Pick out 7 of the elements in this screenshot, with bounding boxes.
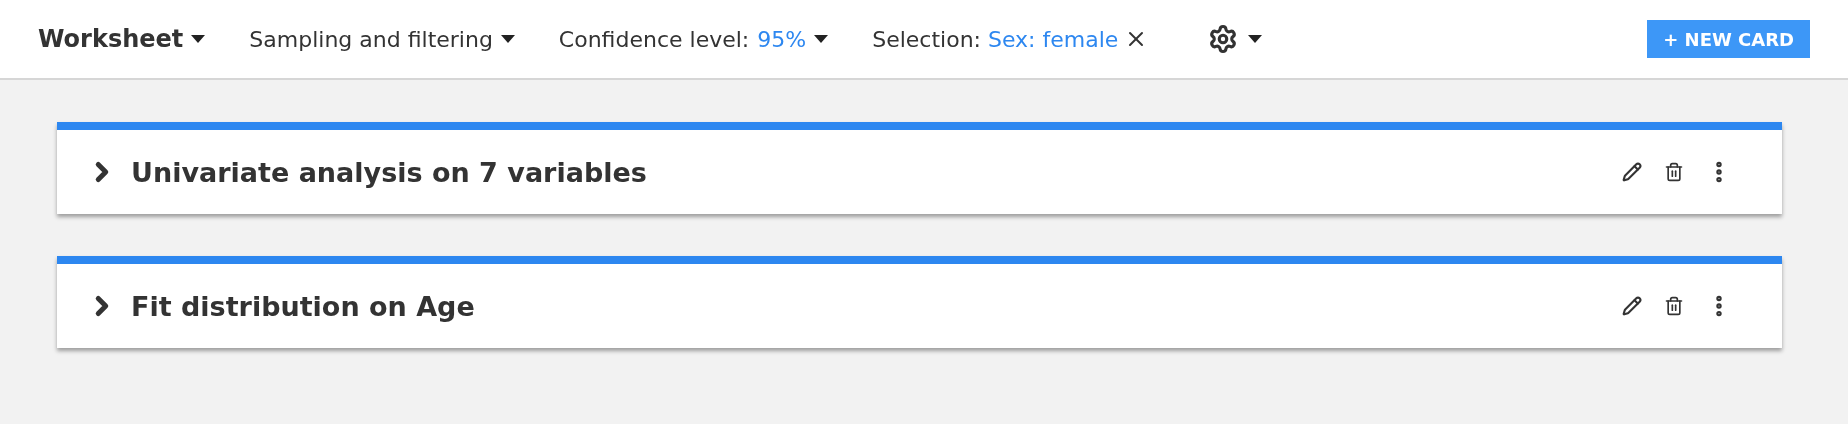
selection-value: Sex: female: [988, 26, 1119, 52]
sampling-menu[interactable]: Sampling and filtering: [249, 26, 515, 52]
selection-label: Selection:: [872, 26, 982, 52]
card-title: Fit distribution on Age: [131, 290, 475, 322]
worksheet-menu[interactable]: Worksheet: [38, 25, 206, 53]
confidence-level-menu[interactable]: Confidence level: 95%: [558, 26, 829, 52]
card-title: Univariate analysis on 7 variables: [131, 156, 647, 188]
